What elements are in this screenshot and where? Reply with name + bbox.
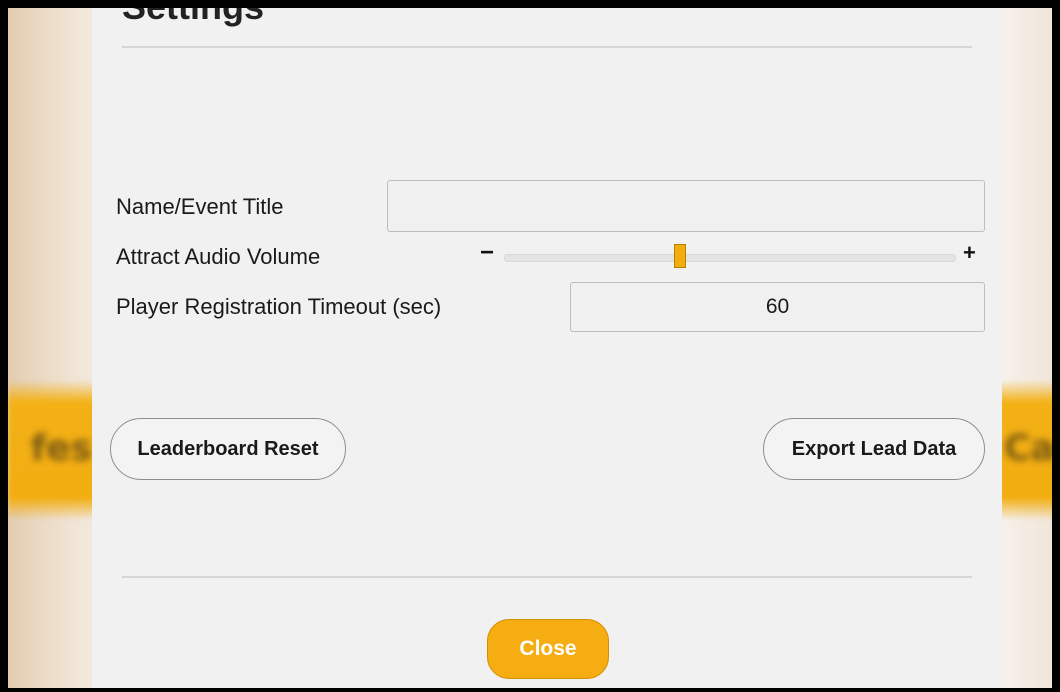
background-banner-right: Can (998, 380, 1052, 520)
name-event-title-label: Name/Event Title (116, 194, 284, 219)
dialog-title: Settings (122, 8, 264, 28)
background-banner-left: fes (8, 380, 98, 520)
registration-timeout-label: Player Registration Timeout (sec) (116, 294, 442, 319)
export-lead-data-button[interactable]: Export Lead Data (763, 418, 985, 480)
screen-frame: fes Can Settings Name/Event Title Attrac… (0, 0, 1060, 692)
registration-timeout-input[interactable] (570, 282, 985, 332)
bottom-divider (122, 576, 972, 578)
close-button[interactable]: Close (487, 619, 609, 679)
top-divider (122, 46, 972, 48)
volume-slider-thumb[interactable] (674, 244, 687, 268)
background-banner-right-text: Can (1004, 428, 1052, 469)
attract-audio-volume-label: Attract Audio Volume (116, 244, 321, 269)
background-banner-left-text: fes (30, 428, 92, 469)
name-event-title-input[interactable] (387, 180, 985, 232)
background-scene: fes Can Settings Name/Event Title Attrac… (8, 8, 1052, 688)
volume-slider-track[interactable] (504, 254, 956, 262)
volume-decrease-icon[interactable]: − (480, 241, 494, 265)
leaderboard-reset-button[interactable]: Leaderboard Reset (110, 418, 346, 480)
volume-increase-icon[interactable]: + (963, 241, 976, 265)
settings-dialog: Settings Name/Event Title Attract Audio … (92, 8, 1002, 688)
